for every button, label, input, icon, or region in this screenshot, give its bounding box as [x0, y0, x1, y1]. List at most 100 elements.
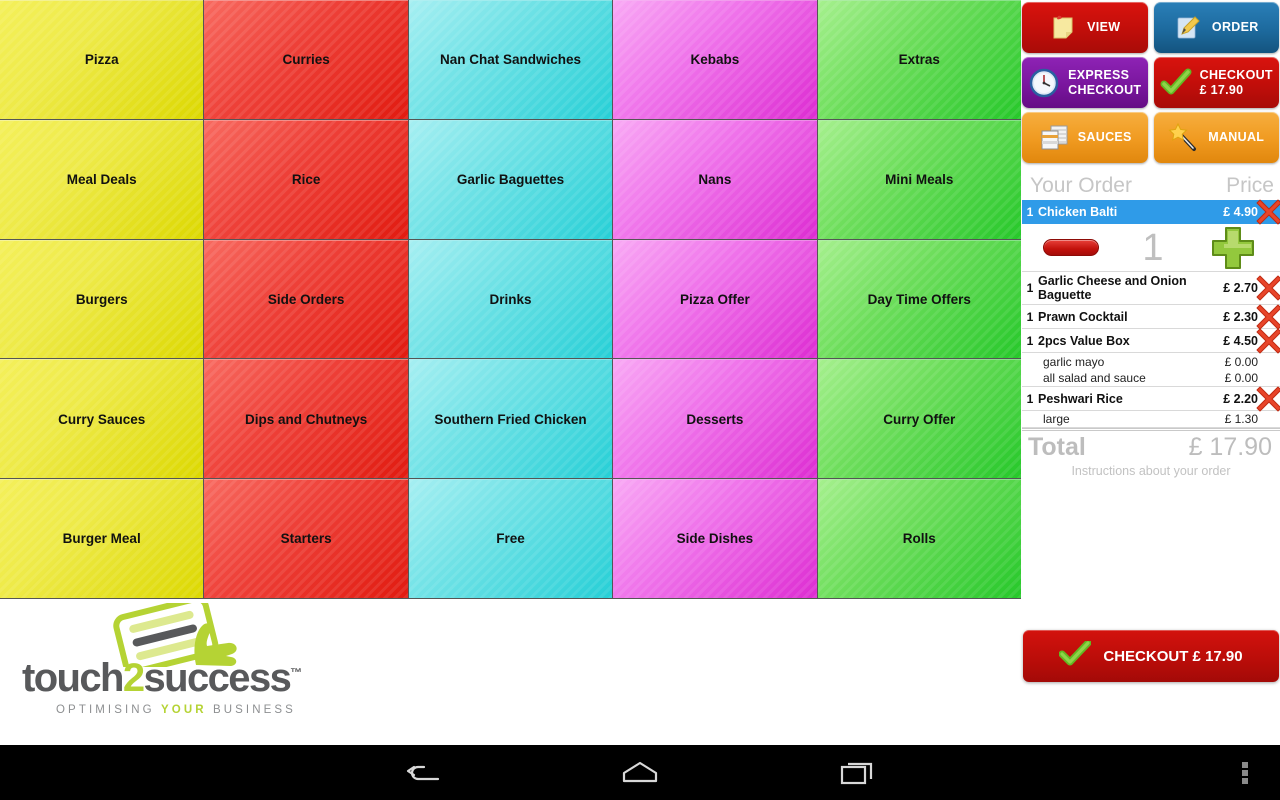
delete-item-icon[interactable]: [1254, 197, 1280, 227]
category-label: Curry Offer: [883, 411, 956, 427]
category-button[interactable]: Garlic Baguettes: [408, 119, 613, 239]
checkout-small-line2: £ 17.90: [1199, 82, 1244, 97]
category-label: Burgers: [75, 291, 128, 307]
category-button[interactable]: Pizza Offer: [613, 239, 817, 359]
category-label: Pizza: [84, 52, 119, 68]
manual-button[interactable]: MANUAL: [1153, 112, 1279, 163]
order-item-row[interactable]: 1 Garlic Cheese and Onion Baguette £ 2.70: [1022, 272, 1280, 305]
quantity-increase-button[interactable]: [1207, 225, 1259, 271]
delete-item-icon[interactable]: [1254, 326, 1280, 356]
category-button[interactable]: Burgers: [0, 239, 204, 359]
category-label: Garlic Baguettes: [456, 171, 565, 187]
back-icon[interactable]: [380, 745, 466, 800]
overflow-menu-icon[interactable]: [1222, 745, 1268, 800]
category-button[interactable]: Side Dishes: [613, 479, 817, 598]
category-button[interactable]: Rolls: [817, 479, 1021, 598]
order-list-header: Your Order Price: [1022, 174, 1280, 200]
order-item-name: Chicken Balti: [1038, 204, 1118, 219]
recent-apps-icon[interactable]: [814, 745, 900, 800]
category-button[interactable]: Rice: [204, 119, 408, 239]
order-item-name: Peshwari Rice: [1038, 391, 1123, 406]
delete-item-icon[interactable]: [1254, 384, 1280, 414]
category-label: Curry Sauces: [58, 411, 146, 427]
category-button[interactable]: Mini Meals: [817, 119, 1021, 239]
modifier-price: £ 1.30: [1224, 412, 1258, 426]
delete-item-icon[interactable]: [1254, 273, 1280, 303]
total-value: £ 17.90: [1188, 433, 1272, 461]
plus-icon: [1211, 226, 1254, 269]
order-label: ORDER: [1211, 20, 1259, 35]
category-button[interactable]: Pizza: [0, 0, 204, 119]
category-label: Rice: [291, 171, 321, 187]
view-button[interactable]: VIEW: [1022, 2, 1148, 53]
category-button[interactable]: Starters: [204, 479, 408, 598]
order-item-modifier-row: large £ 1.30: [1022, 411, 1280, 428]
category-button[interactable]: Extras: [817, 0, 1021, 119]
checkout-button[interactable]: CHECKOUT £ 17.90: [1023, 630, 1279, 682]
category-button[interactable]: Curry Offer: [817, 359, 1021, 479]
check-icon: [1058, 639, 1092, 671]
order-header-price: Price: [1226, 174, 1274, 197]
category-button[interactable]: Free: [408, 479, 613, 598]
category-label: Side Dishes: [676, 531, 754, 547]
sauces-label: SAUCES: [1077, 130, 1132, 145]
category-button[interactable]: Curry Sauces: [0, 359, 204, 479]
logo-wordmark: touch2success™: [22, 658, 342, 698]
branding-footer: touch2success™ OPTIMISING YOUR BUSINESS …: [0, 599, 1021, 745]
note-icon: [1049, 13, 1079, 43]
order-item-qty: 1: [1026, 309, 1034, 324]
category-label: Curries: [282, 52, 330, 68]
android-navigation-bar: [0, 745, 1280, 800]
order-total-row: Total £ 17.90: [1022, 431, 1280, 462]
order-item-row[interactable]: 1 Chicken Balti £ 4.90: [1022, 197, 1280, 227]
category-label: Drinks: [489, 291, 532, 307]
order-item-name: 2pcs Value Box: [1038, 333, 1130, 348]
logo-word-part2: success: [143, 656, 292, 700]
tagline-part2: BUSINESS: [206, 704, 296, 716]
category-button[interactable]: Nans: [613, 119, 817, 239]
modifier-name: large: [1043, 412, 1070, 426]
order-item-row[interactable]: 1 Prawn Cocktail £ 2.30: [1022, 304, 1280, 329]
order-item-modifier-row: all salad and sauce £ 0.00: [1022, 370, 1280, 387]
category-label: Desserts: [686, 411, 744, 427]
modifier-name: all salad and sauce: [1043, 371, 1146, 385]
category-grid: Pizza Curries Nan Chat Sandwiches Kebabs Ext…: [0, 0, 1021, 599]
quantity-decrease-button[interactable]: [1043, 239, 1100, 256]
logo-word-two: 2: [122, 656, 145, 700]
order-button[interactable]: ORDER: [1153, 2, 1279, 53]
category-label: Side Orders: [267, 291, 345, 307]
order-item-qty: 1: [1026, 333, 1034, 348]
checkout-button-label: CHECKOUT £ 17.90: [1103, 647, 1243, 665]
logo-word-part1: touch: [22, 656, 124, 700]
order-item-row[interactable]: 1 2pcs Value Box £ 4.50: [1022, 326, 1280, 356]
category-label: Meal Deals: [66, 171, 137, 187]
category-button[interactable]: Meal Deals: [0, 119, 204, 239]
category-button[interactable]: Drinks: [408, 239, 613, 359]
category-button[interactable]: Kebabs: [613, 0, 817, 119]
category-button[interactable]: Burger Meal: [0, 479, 204, 598]
home-icon[interactable]: [597, 745, 683, 800]
notepad-pencil-icon: [1174, 13, 1204, 43]
checkout-small-button[interactable]: CHECKOUT £ 17.90: [1153, 57, 1279, 108]
order-item-name: Garlic Cheese and Onion Baguette: [1038, 274, 1187, 302]
category-label: Day Time Offers: [867, 291, 971, 307]
category-button[interactable]: Day Time Offers: [817, 239, 1021, 359]
modifier-price: £ 0.00: [1224, 354, 1258, 369]
quantity-stepper: 1: [1022, 224, 1280, 272]
category-button[interactable]: Side Orders: [204, 239, 408, 359]
category-button[interactable]: Southern Fried Chicken: [408, 359, 613, 479]
logo-trademark: ™: [290, 665, 303, 680]
category-label: Southern Fried Chicken: [434, 411, 587, 427]
category-label: Free: [496, 531, 525, 547]
order-item-name: Prawn Cocktail: [1038, 309, 1128, 324]
sauces-button[interactable]: SAUCES: [1022, 112, 1148, 163]
order-instructions-field[interactable]: Instructions about your order: [1022, 462, 1280, 478]
express-checkout-button[interactable]: EXPRESS CHECKOUT: [1022, 57, 1148, 108]
category-button[interactable]: Dips and Chutneys: [204, 359, 408, 479]
category-label: Starters: [280, 531, 332, 547]
order-item-row[interactable]: 1 Peshwari Rice £ 2.20: [1022, 384, 1280, 414]
category-button[interactable]: Curries: [204, 0, 408, 119]
order-item-qty: 1: [1026, 204, 1034, 219]
category-button[interactable]: Nan Chat Sandwiches: [408, 0, 613, 119]
category-button[interactable]: Desserts: [613, 359, 817, 479]
